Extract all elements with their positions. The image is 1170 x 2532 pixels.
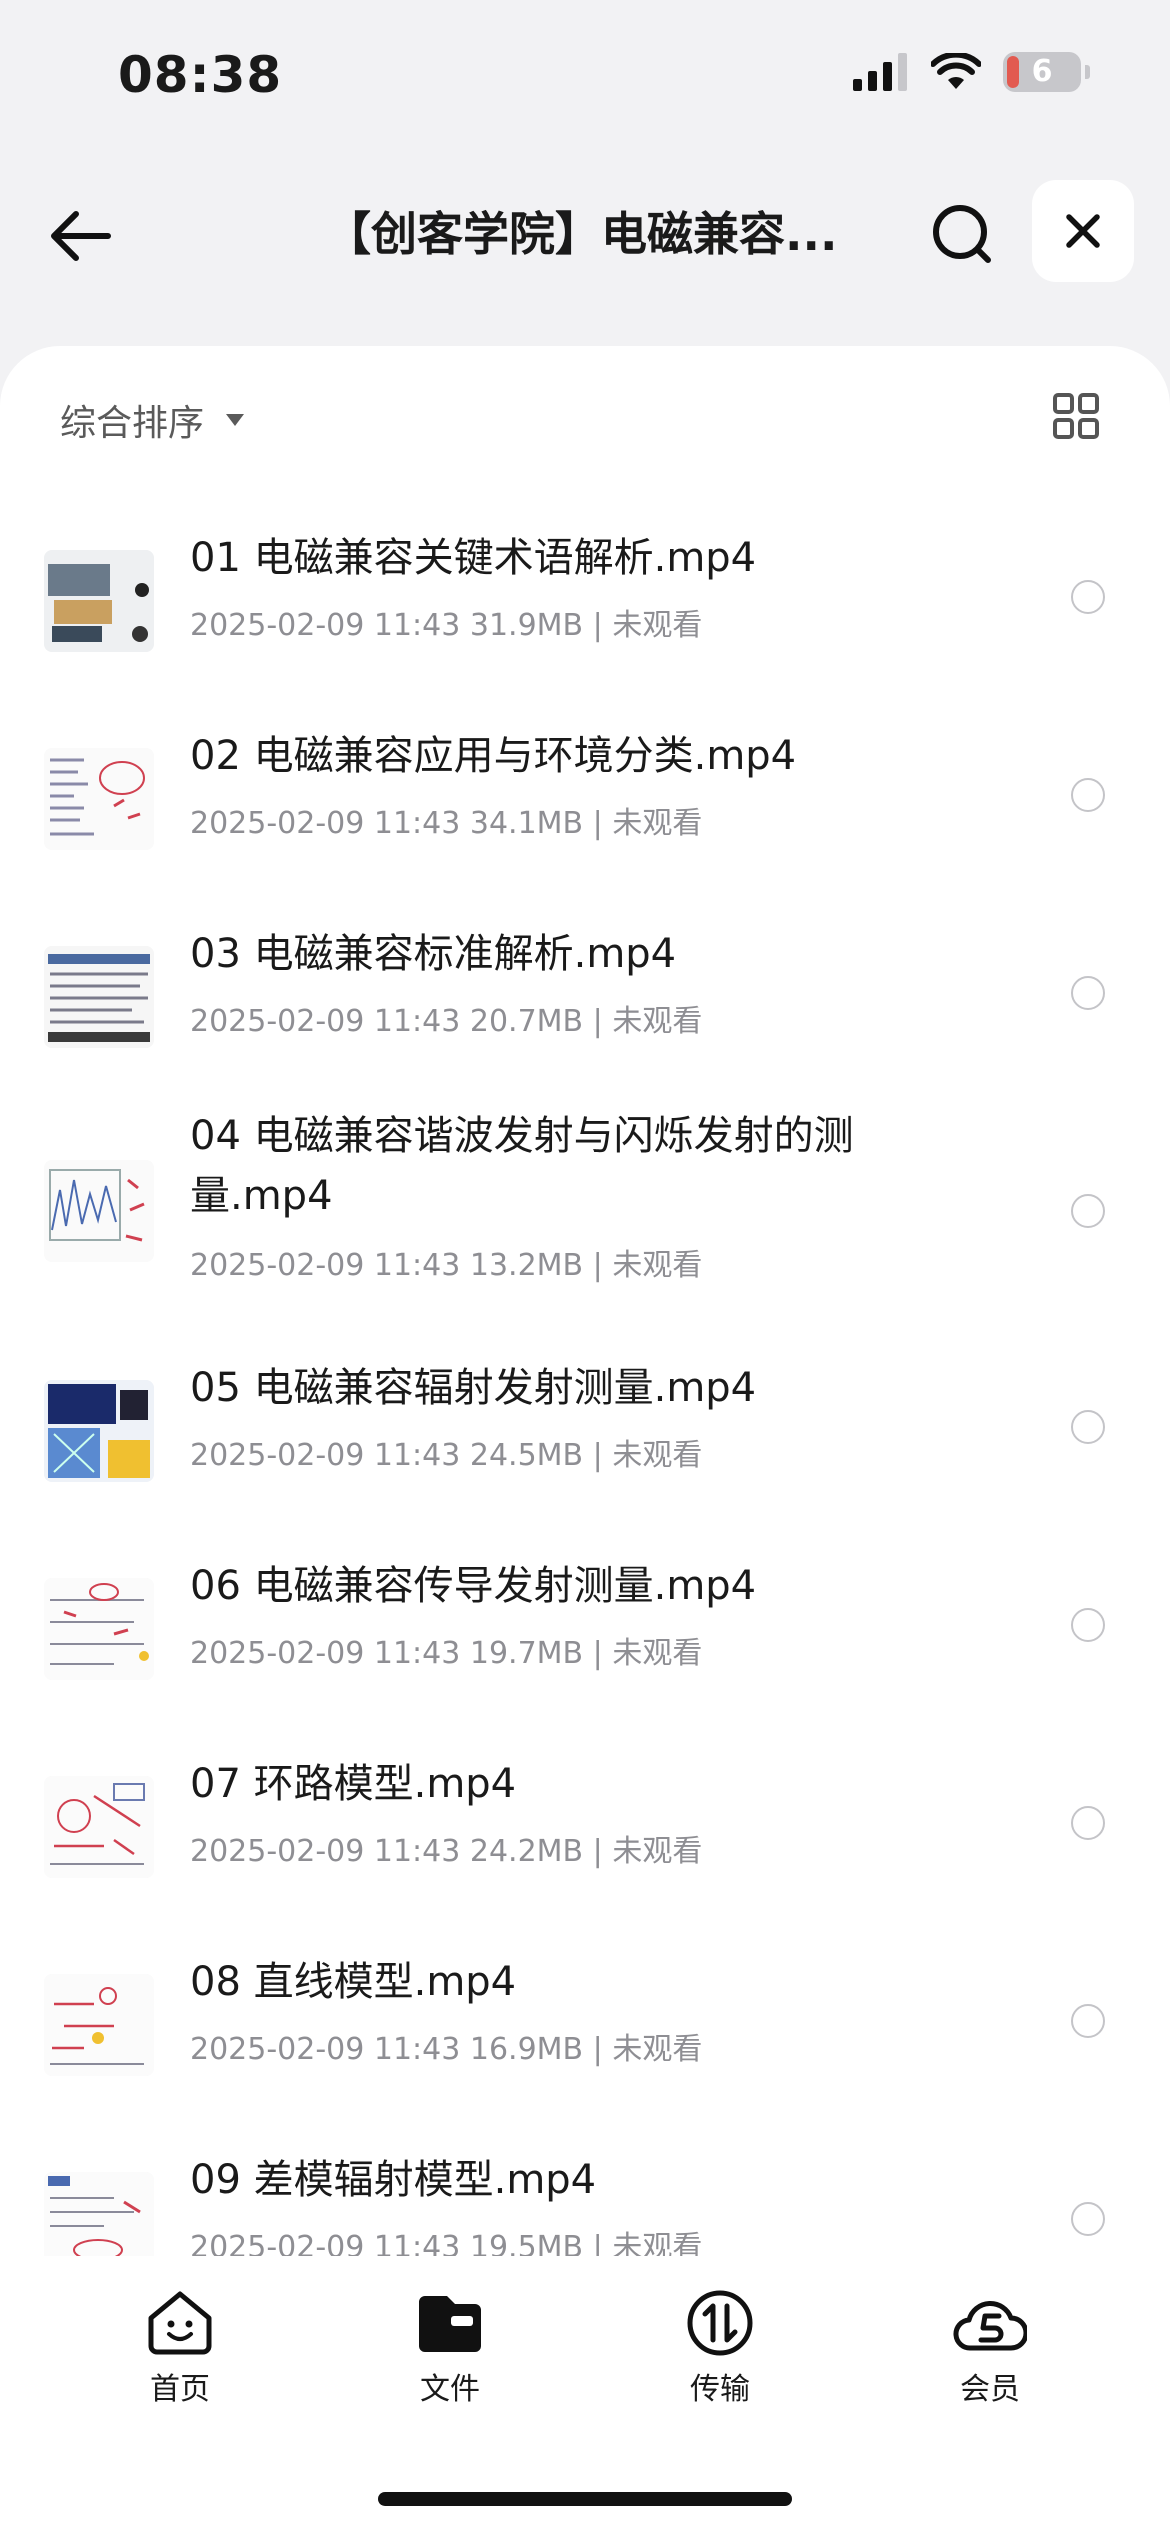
nav-bar: 【创客学院】电磁兼容... — [0, 170, 1170, 290]
select-radio[interactable] — [1071, 1194, 1105, 1228]
file-meta: 2025-02-09 11:43 31.9MB | 未观看 — [190, 608, 703, 643]
select-radio[interactable] — [1071, 2202, 1105, 2236]
select-radio[interactable] — [1071, 976, 1105, 1010]
tab-label: 文件 — [420, 2372, 480, 2407]
file-meta: 2025-02-09 11:43 24.5MB | 未观看 — [190, 1438, 703, 1473]
file-row[interactable]: 01 电磁兼容关键术语解析.mp4 2025-02-09 11:43 31.9M… — [0, 496, 1170, 694]
file-name: 03 电磁兼容标准解析.mp4 — [190, 931, 677, 977]
file-meta: 2025-02-09 11:43 34.1MB | 未观看 — [190, 806, 703, 841]
file-row[interactable]: 03 电磁兼容标准解析.mp4 2025-02-09 11:43 20.7MB … — [0, 892, 1170, 1090]
file-meta: 2025-02-09 11:43 16.9MB | 未观看 — [190, 2032, 703, 2067]
caret-down-icon — [226, 414, 245, 426]
tab-home[interactable]: 首页 — [100, 2288, 260, 2408]
close-icon — [1066, 214, 1100, 248]
file-meta: 2025-02-09 11:43 13.2MB | 未观看 — [190, 1248, 703, 1283]
select-radio[interactable] — [1071, 580, 1105, 614]
select-radio[interactable] — [1071, 1410, 1105, 1444]
status-bar: 08:38 6 — [0, 0, 1170, 150]
battery-level: 6 — [1031, 54, 1053, 89]
video-thumbnail — [44, 1776, 154, 1878]
signal-icon — [853, 53, 907, 91]
file-row[interactable]: 07 环路模型.mp4 2025-02-09 11:43 24.2MB | 未观… — [0, 1722, 1170, 1920]
file-name: 09 差模辐射模型.mp4 — [190, 2157, 597, 2203]
grid-icon — [1053, 393, 1099, 439]
file-meta: 2025-02-09 11:43 19.7MB | 未观看 — [190, 1636, 703, 1671]
file-sheet: 综合排序 01 电磁兼容关键术语解析.mp4 2025-02-09 11:43 … — [0, 346, 1170, 2532]
file-meta: 2025-02-09 11:43 24.2MB | 未观看 — [190, 1834, 703, 1869]
sort-dropdown[interactable]: 综合排序 — [60, 394, 246, 446]
tab-label: 会员 — [960, 2372, 1020, 2407]
folder-icon — [419, 2296, 481, 2352]
tab-member[interactable]: 会员 — [910, 2288, 1070, 2408]
battery-icon: 6 — [1003, 52, 1081, 92]
file-name: 02 电磁兼容应用与环境分类.mp4 — [190, 733, 797, 779]
back-button[interactable] — [42, 196, 122, 276]
back-arrow-icon — [51, 211, 111, 261]
status-time: 08:38 — [118, 46, 283, 104]
video-thumbnail — [44, 946, 154, 1048]
tab-label: 首页 — [150, 2372, 210, 2407]
page-title: 【创客学院】电磁兼容... — [325, 207, 838, 261]
file-row[interactable]: 05 电磁兼容辐射发射测量.mp4 2025-02-09 11:43 24.5M… — [0, 1326, 1170, 1524]
search-button[interactable] — [922, 194, 1002, 274]
select-radio[interactable] — [1071, 1608, 1105, 1642]
file-name: 08 直线模型.mp4 — [190, 1959, 517, 2005]
tab-files[interactable]: 文件 — [370, 2288, 530, 2408]
wifi-icon — [931, 53, 981, 89]
select-radio[interactable] — [1071, 778, 1105, 812]
smile-icon — [148, 2291, 212, 2355]
cloud-member-icon — [953, 2300, 1027, 2351]
file-row[interactable]: 02 电磁兼容应用与环境分类.mp4 2025-02-09 11:43 34.1… — [0, 694, 1170, 892]
file-row[interactable]: 06 电磁兼容传导发射测量.mp4 2025-02-09 11:43 19.7M… — [0, 1524, 1170, 1722]
video-thumbnail — [44, 1974, 154, 2076]
video-thumbnail — [44, 748, 154, 850]
file-list: 01 电磁兼容关键术语解析.mp4 2025-02-09 11:43 31.9M… — [0, 496, 1170, 2256]
video-thumbnail — [44, 1160, 154, 1262]
file-row[interactable]: 08 直线模型.mp4 2025-02-09 11:43 16.9MB | 未观… — [0, 1920, 1170, 2118]
video-thumbnail — [44, 1578, 154, 1680]
file-name: 07 环路模型.mp4 — [190, 1761, 517, 1807]
video-thumbnail — [44, 2172, 154, 2256]
file-row[interactable]: 09 差模辐射模型.mp4 2025-02-09 11:43 19.5MB | … — [0, 2118, 1170, 2256]
close-button[interactable] — [1032, 180, 1134, 282]
status-icons: 6 — [853, 52, 1090, 92]
grid-view-button[interactable] — [1052, 392, 1100, 440]
tab-label: 传输 — [690, 2372, 750, 2407]
home-indicator[interactable] — [378, 2492, 792, 2506]
select-radio[interactable] — [1071, 1806, 1105, 1840]
video-thumbnail — [44, 1380, 154, 1482]
search-icon — [933, 205, 991, 263]
file-name: 01 电磁兼容关键术语解析.mp4 — [190, 535, 757, 581]
transfer-icon — [687, 2290, 753, 2356]
battery-tip — [1085, 65, 1090, 79]
select-radio[interactable] — [1071, 2004, 1105, 2038]
video-thumbnail — [44, 550, 154, 652]
tab-transfer[interactable]: 传输 — [640, 2288, 800, 2408]
file-meta: 2025-02-09 11:43 19.5MB | 未观看 — [190, 2230, 703, 2256]
file-meta: 2025-02-09 11:43 20.7MB | 未观看 — [190, 1004, 703, 1039]
sort-label: 综合排序 — [60, 403, 205, 444]
file-name: 04 电磁兼容谐波发射与闪烁发射的测量.mp4 — [190, 1113, 854, 1219]
file-name: 05 电磁兼容辐射发射测量.mp4 — [190, 1365, 757, 1411]
file-row[interactable]: 04 电磁兼容谐波发射与闪烁发射的测量.mp4 2025-02-09 11:43… — [0, 1090, 1170, 1326]
file-name: 06 电磁兼容传导发射测量.mp4 — [190, 1563, 757, 1609]
